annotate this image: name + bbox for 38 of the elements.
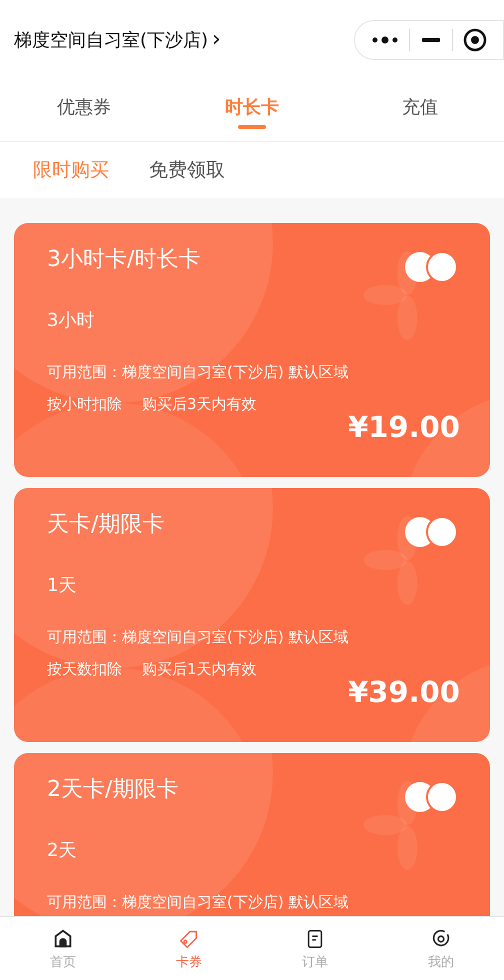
filter-tab[interactable]: 限时购买: [33, 156, 109, 184]
category-tab[interactable]: 充值: [336, 80, 504, 141]
rings-icon: [404, 251, 458, 283]
card-title: 天卡/期限卡: [47, 511, 164, 539]
minimize-icon[interactable]: [420, 37, 442, 43]
filter-tab[interactable]: 免费领取: [149, 156, 225, 184]
category-tab[interactable]: 优惠券: [0, 80, 168, 141]
card-amount: 3小时: [47, 309, 94, 333]
card-title: 2天卡/期限卡: [47, 776, 178, 804]
card-price: ¥19.00: [348, 409, 460, 445]
nav-tab[interactable]: 卡券: [126, 917, 252, 980]
usage-scope: 可用范围：梯度空间自习室(下沙店) 默认区域: [47, 362, 348, 382]
time-card[interactable]: 天卡/期限卡 1天 可用范围：梯度空间自习室(下沙店) 默认区域 按天数扣除 购买后1天内有效 ¥39.00: [14, 488, 490, 742]
rings-icon: [404, 516, 458, 548]
deduction-rule: 按天数扣除: [47, 659, 122, 679]
nav-tab[interactable]: 订单: [252, 917, 378, 980]
chevron-icon: ›: [212, 29, 221, 51]
card-amount: 1天: [47, 574, 76, 598]
validity-period: 购买后3天内有效: [142, 394, 257, 414]
home-icon: [52, 928, 74, 950]
usage-scope: 可用范围：梯度空间自习室(下沙店) 默认区域: [47, 627, 348, 647]
tag-icon: [178, 928, 200, 950]
time-card[interactable]: 3小时卡/时长卡 3小时 可用范围：梯度空间自习室(下沙店) 默认区域 按小时扣除 购买后3天内有效 ¥19.00: [14, 223, 490, 477]
nav-tab[interactable]: 我的: [378, 917, 504, 980]
usage-scope: 可用范围：梯度空间自习室(下沙店) 默认区域: [47, 892, 348, 912]
validity-period: 购买后1天内有效: [142, 659, 257, 679]
category-tab[interactable]: 时长卡: [168, 80, 336, 141]
close-icon[interactable]: [463, 28, 487, 52]
store-title[interactable]: 梯度空间自习室(下沙店): [14, 26, 208, 54]
deduction-rule: 按小时扣除: [47, 394, 122, 414]
more-icon[interactable]: [371, 35, 399, 45]
card-title: 3小时卡/时长卡: [47, 246, 200, 274]
card-amount: 2天: [47, 839, 76, 863]
time-card[interactable]: 2天卡/期限卡 2天 可用范围：梯度空间自习室(下沙店) 默认区域: [14, 753, 490, 916]
card-price: ¥39.00: [348, 674, 460, 710]
active-underline: [238, 125, 266, 129]
nav-tab[interactable]: 首页: [0, 917, 126, 980]
rings-icon: [404, 781, 458, 813]
